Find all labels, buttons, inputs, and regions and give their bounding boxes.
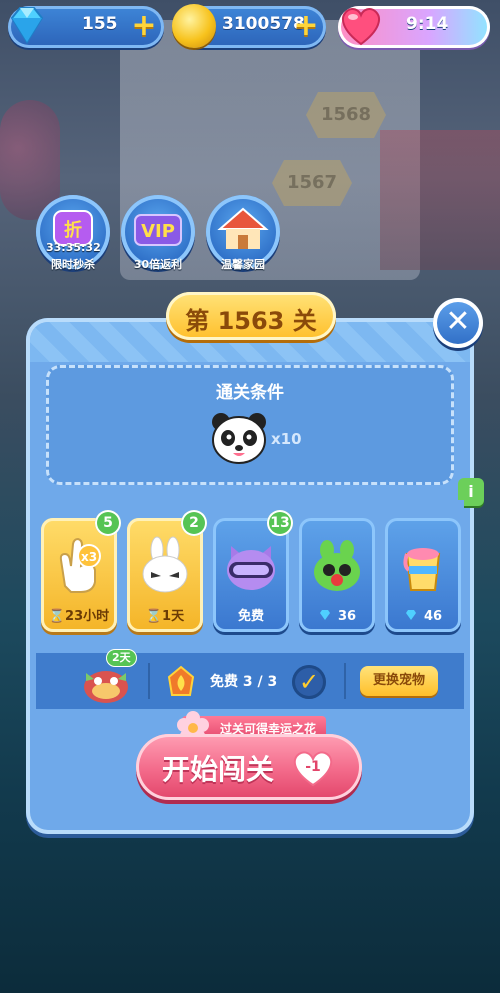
diamond-counter[interactable]: 155 + — [8, 6, 164, 48]
booster-price: 46 — [385, 609, 461, 624]
svg-text:折: 折 — [64, 219, 82, 241]
booster-label: 免费 — [237, 609, 264, 624]
diamond-icon — [405, 610, 416, 620]
background-roof — [380, 130, 500, 270]
pet-strip: 2天 免费 3 / 3 ✓ 更换宠物 — [36, 649, 464, 709]
heart-cost-icon: -1 — [293, 751, 333, 787]
coin-counter[interactable]: 3100578 + — [172, 4, 326, 48]
panda-icon — [212, 413, 266, 464]
diamond-icon — [319, 610, 330, 620]
check-icon[interactable]: ✓ — [292, 665, 326, 699]
goal-count: x10 — [271, 430, 302, 448]
frog-icon — [314, 540, 360, 591]
pet-days-badge: 2天 — [106, 649, 137, 667]
divider — [344, 663, 346, 699]
booster-list: 5 x3 ⌛23小时 2 ⌛1天 13 免费 36 46 — [36, 500, 464, 650]
goal-title: 通关条件 — [216, 383, 284, 403]
booster-price-value: 36 — [337, 609, 357, 624]
level-title: 第 1563 关 — [185, 307, 317, 335]
vip-rebate-label: 30倍返利 — [133, 258, 183, 271]
pet-free-count: 免费 3 / 3 — [210, 674, 278, 690]
lives-counter[interactable]: 9:14 — [338, 6, 490, 48]
flame-icon — [167, 665, 195, 696]
dragon-pet-icon[interactable] — [80, 661, 132, 705]
booster-price-value: 46 — [423, 609, 443, 624]
diamond-count: 155 — [82, 14, 118, 34]
home-label: 温馨家园 — [221, 258, 265, 271]
booster-count-badge: 5 — [95, 510, 121, 536]
close-button[interactable]: ✕ — [433, 298, 483, 348]
booster-price: 36 — [299, 609, 375, 624]
bunny-icon — [142, 536, 188, 593]
booster-card[interactable]: 2 ⌛1天 — [127, 510, 207, 632]
booster-card[interactable]: 13 免费 — [213, 510, 293, 632]
change-pet-button[interactable]: 更换宠物 — [360, 666, 438, 696]
divider — [148, 663, 150, 699]
level-marker: 1568 — [306, 92, 386, 138]
booster-label: ⌛1天 — [145, 609, 185, 624]
paint-bucket-icon — [403, 548, 441, 591]
diamond-icon — [10, 7, 44, 44]
heart-icon — [342, 7, 380, 46]
goal-box: 通关条件 x10 — [46, 365, 454, 485]
cat-goggles-icon — [227, 546, 275, 590]
booster-card[interactable]: 46 — [385, 518, 461, 632]
flash-sale-timer: 33:35:32 — [46, 241, 101, 254]
level-marker: 1567 — [272, 160, 352, 206]
booster-card[interactable]: 5 x3 ⌛23小时 — [41, 510, 121, 632]
svg-text:-1: -1 — [305, 759, 321, 775]
booster-count-badge: 2 — [181, 510, 207, 536]
start-level-button[interactable]: 开始闯关 -1 — [136, 734, 362, 800]
add-diamonds-button[interactable]: + — [130, 11, 158, 41]
add-coins-button[interactable]: + — [292, 11, 320, 41]
flash-sale-label: 限时秒杀 — [51, 258, 95, 271]
svg-text:VIP: VIP — [141, 221, 175, 242]
coin-icon — [172, 4, 216, 48]
lives-timer: 9:14 — [406, 14, 449, 34]
booster-card[interactable]: 36 — [299, 518, 375, 632]
hand-x3-icon: x3 — [59, 537, 101, 593]
level-title-banner: 第 1563 关 — [166, 292, 336, 340]
start-label: 开始闯关 — [162, 753, 275, 786]
svg-text:x3: x3 — [81, 550, 97, 564]
booster-count-badge: 13 — [267, 510, 293, 536]
booster-label: ⌛23小时 — [48, 609, 110, 624]
